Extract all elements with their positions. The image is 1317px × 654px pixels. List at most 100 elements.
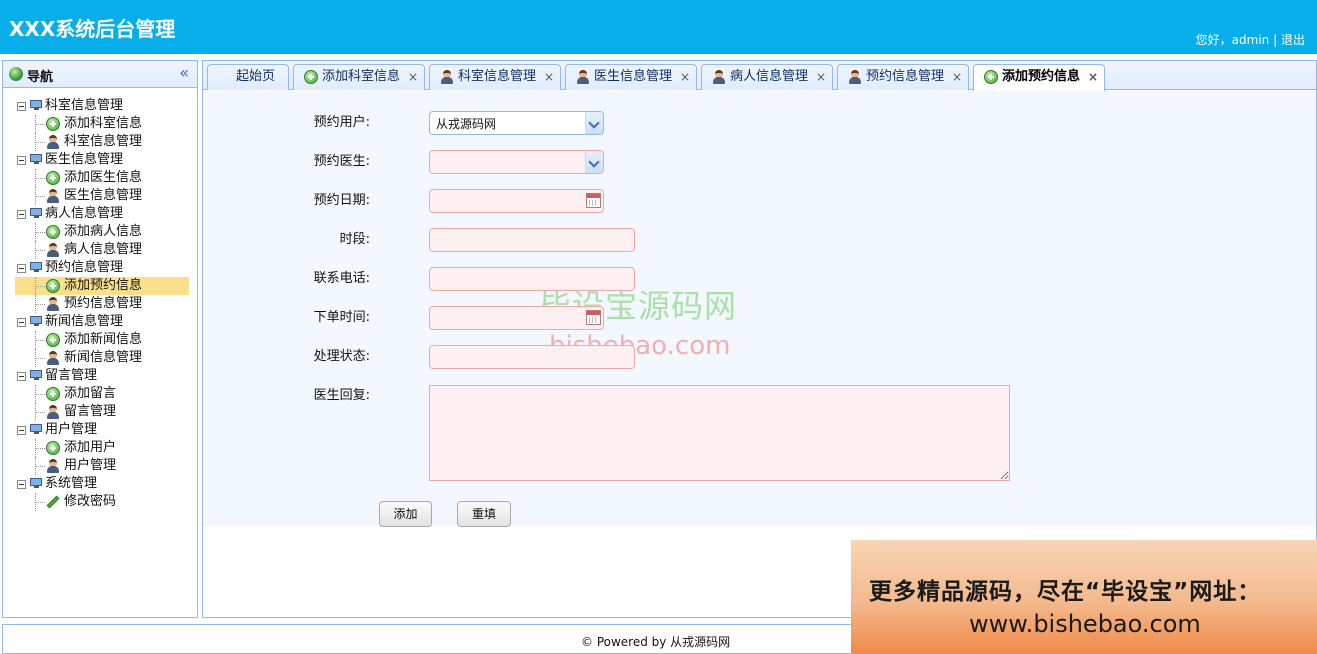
add-button[interactable]: 添加 [379, 501, 432, 527]
sidebar-item[interactable]: 添加用户 [13, 439, 144, 457]
sidebar-item-label[interactable]: 医生信息管理 [62, 188, 144, 203]
sidebar-item-label[interactable]: 添加医生信息 [62, 170, 144, 185]
tab-1[interactable]: 添加科室信息 × [293, 64, 425, 90]
sidebar-item-label[interactable]: 修改密码 [62, 494, 118, 509]
sidebar-item[interactable]: 预约信息管理 [13, 295, 144, 313]
user-icon [712, 70, 726, 84]
sidebar-group[interactable]: 留言管理 [13, 367, 144, 385]
sidebar-item[interactable]: 病人信息管理 [13, 241, 144, 259]
sidebar-group-label[interactable]: 新闻信息管理 [43, 314, 125, 329]
sidebar-group-label[interactable]: 留言管理 [43, 368, 99, 383]
close-icon[interactable]: × [680, 65, 690, 89]
sidebar-item[interactable]: 添加科室信息 [13, 115, 144, 133]
sidebar-item-label[interactable]: 预约信息管理 [62, 296, 144, 311]
date-input[interactable] [429, 189, 604, 213]
sidebar-item[interactable]: 添加新闻信息 [13, 331, 144, 349]
sidebar-item-label[interactable]: 用户管理 [62, 458, 118, 473]
close-icon[interactable]: × [408, 65, 418, 89]
sidebar-item-label[interactable]: 添加用户 [62, 440, 118, 455]
globe-icon [9, 67, 23, 81]
chevron-down-icon[interactable] [585, 112, 603, 134]
sidebar-group-label[interactable]: 用户管理 [43, 422, 99, 437]
phone-input[interactable] [429, 267, 635, 291]
sidebar-item-label[interactable]: 新闻信息管理 [62, 350, 144, 365]
collapse-toggle-icon[interactable] [17, 210, 26, 219]
sidebar-item-label[interactable]: 添加病人信息 [62, 224, 144, 239]
tab-bar: 起始页 添加科室信息 × 科室信息管理 × 医生信息管理 × 病人信息管理 × 预约信息管理 × 添加… [203, 61, 1316, 91]
doctor-select[interactable] [429, 150, 604, 174]
sidebar-group-label[interactable]: 医生信息管理 [43, 152, 125, 167]
sidebar-item[interactable]: 添加医生信息 [13, 169, 144, 187]
collapse-toggle-icon[interactable] [17, 318, 26, 327]
order-time-input[interactable] [429, 306, 604, 330]
sidebar-item[interactable]: 添加病人信息 [13, 223, 144, 241]
sidebar-item-label[interactable]: 添加科室信息 [62, 116, 144, 131]
sidebar-item-label[interactable]: 科室信息管理 [62, 134, 144, 149]
computer-icon [30, 424, 42, 434]
sidebar-item[interactable]: 修改密码 [13, 493, 144, 511]
tab-5[interactable]: 预约信息管理 × [837, 64, 969, 90]
collapse-toggle-icon[interactable] [17, 156, 26, 165]
computer-icon [30, 370, 42, 380]
chevron-down-icon[interactable] [585, 151, 603, 173]
logout-link[interactable]: 退出 [1281, 33, 1305, 47]
sidebar-group[interactable]: 预约信息管理 [13, 259, 144, 277]
collapse-toggle-icon[interactable] [17, 102, 26, 111]
sidebar-item[interactable]: 用户管理 [13, 457, 144, 475]
navigation-tree: 科室信息管理 添加科室信息 科室信息管理 医生信息管理 添加医生信息 医生信息管理 病人信息… [13, 97, 189, 511]
tab-2[interactable]: 科室信息管理 × [429, 64, 561, 90]
sidebar-item-label[interactable]: 病人信息管理 [62, 242, 144, 257]
collapse-toggle-icon[interactable] [17, 426, 26, 435]
sidebar-group[interactable]: 用户管理 [13, 421, 144, 439]
add-icon [46, 387, 60, 401]
sidebar-item[interactable]: 添加留言 [13, 385, 144, 403]
status-input[interactable] [429, 345, 635, 369]
user-select[interactable]: 从戎源码网 [429, 111, 604, 135]
user-icon [46, 243, 60, 257]
collapse-toggle-icon[interactable] [17, 264, 26, 273]
close-icon[interactable]: × [544, 65, 554, 89]
phone-label: 联系电话: [313, 271, 370, 286]
sidebar-item[interactable]: 留言管理 [13, 403, 144, 421]
footer-text: © Powered by 从戎源码网 [581, 635, 731, 649]
sidebar-group-label[interactable]: 预约信息管理 [43, 260, 125, 275]
calendar-icon[interactable] [586, 310, 601, 325]
sidebar-item[interactable]: 添加预约信息 [13, 277, 189, 295]
sidebar-group[interactable]: 科室信息管理 [13, 97, 144, 115]
date-label: 预约日期: [313, 193, 370, 208]
sidebar-item[interactable]: 科室信息管理 [13, 133, 144, 151]
computer-icon [30, 262, 42, 272]
sidebar-item-label[interactable]: 添加预约信息 [62, 278, 144, 293]
close-icon[interactable]: × [952, 65, 962, 89]
sidebar-group-label[interactable]: 科室信息管理 [43, 98, 125, 113]
tab-6[interactable]: 添加预约信息 × [973, 64, 1105, 91]
sidebar-group-label[interactable]: 病人信息管理 [43, 206, 125, 221]
reply-textarea[interactable] [429, 385, 1010, 481]
tab-label: 病人信息管理 [730, 69, 809, 84]
sidebar-group-label[interactable]: 系统管理 [43, 476, 99, 491]
sidebar-group[interactable]: 新闻信息管理 [13, 313, 144, 331]
sidebar-item[interactable]: 医生信息管理 [13, 187, 144, 205]
collapse-toggle-icon[interactable] [17, 372, 26, 381]
tab-0[interactable]: 起始页 [207, 64, 289, 90]
main-panel: 起始页 添加科室信息 × 科室信息管理 × 医生信息管理 × 病人信息管理 × 预约信息管理 × 添加… [202, 60, 1317, 618]
sidebar-item[interactable]: 新闻信息管理 [13, 349, 144, 367]
close-icon[interactable]: × [1088, 65, 1098, 89]
collapse-icon[interactable]: « [179, 63, 189, 82]
sidebar-group[interactable]: 病人信息管理 [13, 205, 144, 223]
period-input[interactable] [429, 228, 635, 252]
close-icon[interactable]: × [816, 65, 826, 89]
sidebar-item-label[interactable]: 添加新闻信息 [62, 332, 144, 347]
reset-button[interactable]: 重填 [457, 501, 511, 527]
sidebar-group[interactable]: 系统管理 [13, 475, 144, 493]
collapse-toggle-icon[interactable] [17, 480, 26, 489]
sidebar-item-label[interactable]: 留言管理 [62, 404, 118, 419]
sidebar-item-label[interactable]: 添加留言 [62, 386, 118, 401]
calendar-icon[interactable] [586, 193, 601, 208]
computer-icon [30, 316, 42, 326]
add-icon [46, 171, 60, 185]
tab-3[interactable]: 医生信息管理 × [565, 64, 697, 90]
sidebar-group[interactable]: 医生信息管理 [13, 151, 144, 169]
tab-4[interactable]: 病人信息管理 × [701, 64, 833, 90]
tab-label: 添加科室信息 [322, 69, 401, 84]
